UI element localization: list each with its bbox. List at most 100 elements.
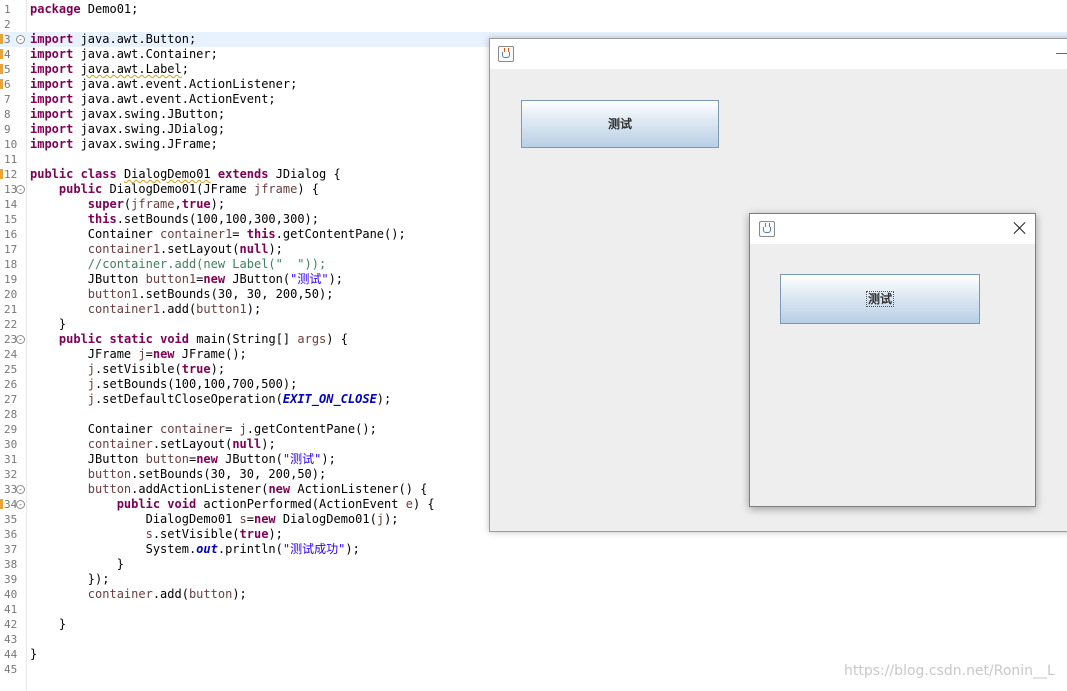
- code-line[interactable]: 37 System.out.println("测试成功");: [0, 542, 1067, 557]
- code-text: s.setVisible(true);: [145, 527, 283, 541]
- code-text: JFrame j=new JFrame();: [30, 347, 247, 361]
- line-number: 35: [4, 513, 18, 526]
- line-number: 24: [4, 348, 18, 361]
- code-text: import java.awt.event.ActionEvent;: [30, 92, 276, 106]
- line-number: 18: [4, 258, 18, 271]
- code-text: button1.setBounds(30, 30, 200,50);: [87, 287, 334, 301]
- code-text: import java.awt.Container;: [30, 47, 218, 61]
- code-line[interactable]: 39 });: [0, 572, 1067, 587]
- code-text: }: [30, 557, 124, 571]
- java-app-icon: [498, 46, 514, 62]
- jframe-test-button-label: 测试: [607, 117, 632, 131]
- line-number: 7: [4, 93, 11, 106]
- line-number: 41: [4, 603, 18, 616]
- change-marker: [0, 499, 3, 509]
- code-text: this.setBounds(100,100,300,300);: [87, 212, 319, 226]
- change-marker: [0, 49, 3, 59]
- line-number: 21: [4, 303, 18, 316]
- code-text: Container container1= this.getContentPan…: [30, 227, 406, 241]
- dialog-test-button-label: 测试: [865, 291, 894, 307]
- jframe-test-button[interactable]: 测试: [521, 100, 719, 148]
- line-number: 42: [4, 618, 18, 631]
- code-text: import java.awt.event.ActionListener;: [30, 77, 298, 91]
- code-line[interactable]: 42 }: [0, 617, 1067, 632]
- code-text: container.setLayout(null);: [87, 437, 276, 451]
- line-number: 26: [4, 378, 18, 391]
- close-icon[interactable]: [1013, 221, 1027, 235]
- fold-toggle-icon[interactable]: -: [16, 485, 25, 494]
- jframe-title-bar[interactable]: [490, 39, 1067, 69]
- line-number: 8: [4, 108, 11, 121]
- code-text: button.addActionListener(new ActionListe…: [87, 482, 428, 496]
- line-number: 28: [4, 408, 18, 421]
- line-number: 15: [4, 213, 18, 226]
- code-text: package Demo01;: [30, 2, 139, 16]
- dialog-test-button[interactable]: 测试: [780, 274, 980, 324]
- line-number: 20: [4, 288, 18, 301]
- minimize-icon[interactable]: [1056, 53, 1067, 54]
- code-line[interactable]: 2: [0, 17, 1067, 32]
- fold-toggle-icon[interactable]: -: [16, 500, 25, 509]
- line-number: 1: [4, 3, 11, 16]
- code-line[interactable]: 1 package Demo01;: [0, 2, 1067, 17]
- code-text: import javax.swing.JDialog;: [30, 122, 226, 136]
- code-line[interactable]: 38 }: [0, 557, 1067, 572]
- code-text: j.setBounds(100,100,700,500);: [87, 377, 298, 391]
- code-text: JButton button1=new JButton("测试");: [30, 272, 344, 286]
- code-text: });: [30, 572, 110, 586]
- line-number: 32: [4, 468, 18, 481]
- line-number: 4: [4, 48, 11, 61]
- code-text: }: [30, 647, 38, 661]
- line-number: 29: [4, 423, 18, 436]
- code-text: public DialogDemo01(JFrame jframe) {: [58, 182, 320, 196]
- code-text: j.setVisible(true);: [87, 362, 226, 376]
- line-number: 37: [4, 543, 18, 556]
- line-number: 6: [4, 78, 11, 91]
- code-text: import javax.swing.JFrame;: [30, 137, 218, 151]
- code-line[interactable]: 41: [0, 602, 1067, 617]
- line-number: 43: [4, 633, 18, 646]
- line-number: 22: [4, 318, 18, 331]
- code-text: }: [30, 317, 67, 331]
- code-text: container1.add(button1);: [87, 302, 262, 316]
- line-number: 14: [4, 198, 18, 211]
- code-text: button.setBounds(30, 30, 200,50);: [87, 467, 327, 481]
- code-text: import javax.swing.JButton;: [30, 107, 226, 121]
- line-number: 39: [4, 573, 18, 586]
- jdialog-title-bar[interactable]: [750, 214, 1035, 244]
- code-text: public static void main(String[] args) {: [58, 332, 348, 346]
- watermark: https://blog.csdn.net/Ronin__L: [844, 663, 1055, 679]
- line-number: 45: [4, 663, 18, 676]
- line-number: 27: [4, 393, 18, 406]
- line-number: 38: [4, 558, 18, 571]
- code-line[interactable]: 40 container.add(button);: [0, 587, 1067, 602]
- line-number: 10: [4, 138, 18, 151]
- line-number: 25: [4, 363, 18, 376]
- line-number: 9: [4, 123, 11, 136]
- line-number: 16: [4, 228, 18, 241]
- code-line[interactable]: 43: [0, 632, 1067, 647]
- code-text: super(jframe,true);: [87, 197, 226, 211]
- change-marker: [0, 64, 3, 74]
- line-number: 17: [4, 243, 18, 256]
- change-marker: [0, 169, 3, 179]
- line-number: 40: [4, 588, 18, 601]
- fold-toggle-icon[interactable]: -: [16, 185, 25, 194]
- code-text: j.setDefaultCloseOperation(EXIT_ON_CLOSE…: [87, 392, 392, 406]
- code-text: }: [30, 617, 67, 631]
- code-line[interactable]: 44}: [0, 647, 1067, 662]
- code-text: JButton button=new JButton("测试");: [30, 452, 336, 466]
- code-text: Container container= j.getContentPane();: [30, 422, 377, 436]
- code-text: //container.add(new Label(" "));: [87, 257, 327, 271]
- code-text: container1.setLayout(null);: [87, 242, 283, 256]
- code-text: container.add(button);: [87, 587, 247, 601]
- code-text: public void actionPerformed(ActionEvent …: [116, 497, 435, 511]
- line-number: 31: [4, 453, 18, 466]
- fold-toggle-icon[interactable]: -: [16, 35, 25, 44]
- line-number: 11: [4, 153, 18, 166]
- change-marker: [0, 79, 3, 89]
- line-number: 19: [4, 273, 18, 286]
- jdialog-window[interactable]: 测试: [749, 213, 1036, 507]
- fold-toggle-icon[interactable]: -: [16, 335, 25, 344]
- line-number: 30: [4, 438, 18, 451]
